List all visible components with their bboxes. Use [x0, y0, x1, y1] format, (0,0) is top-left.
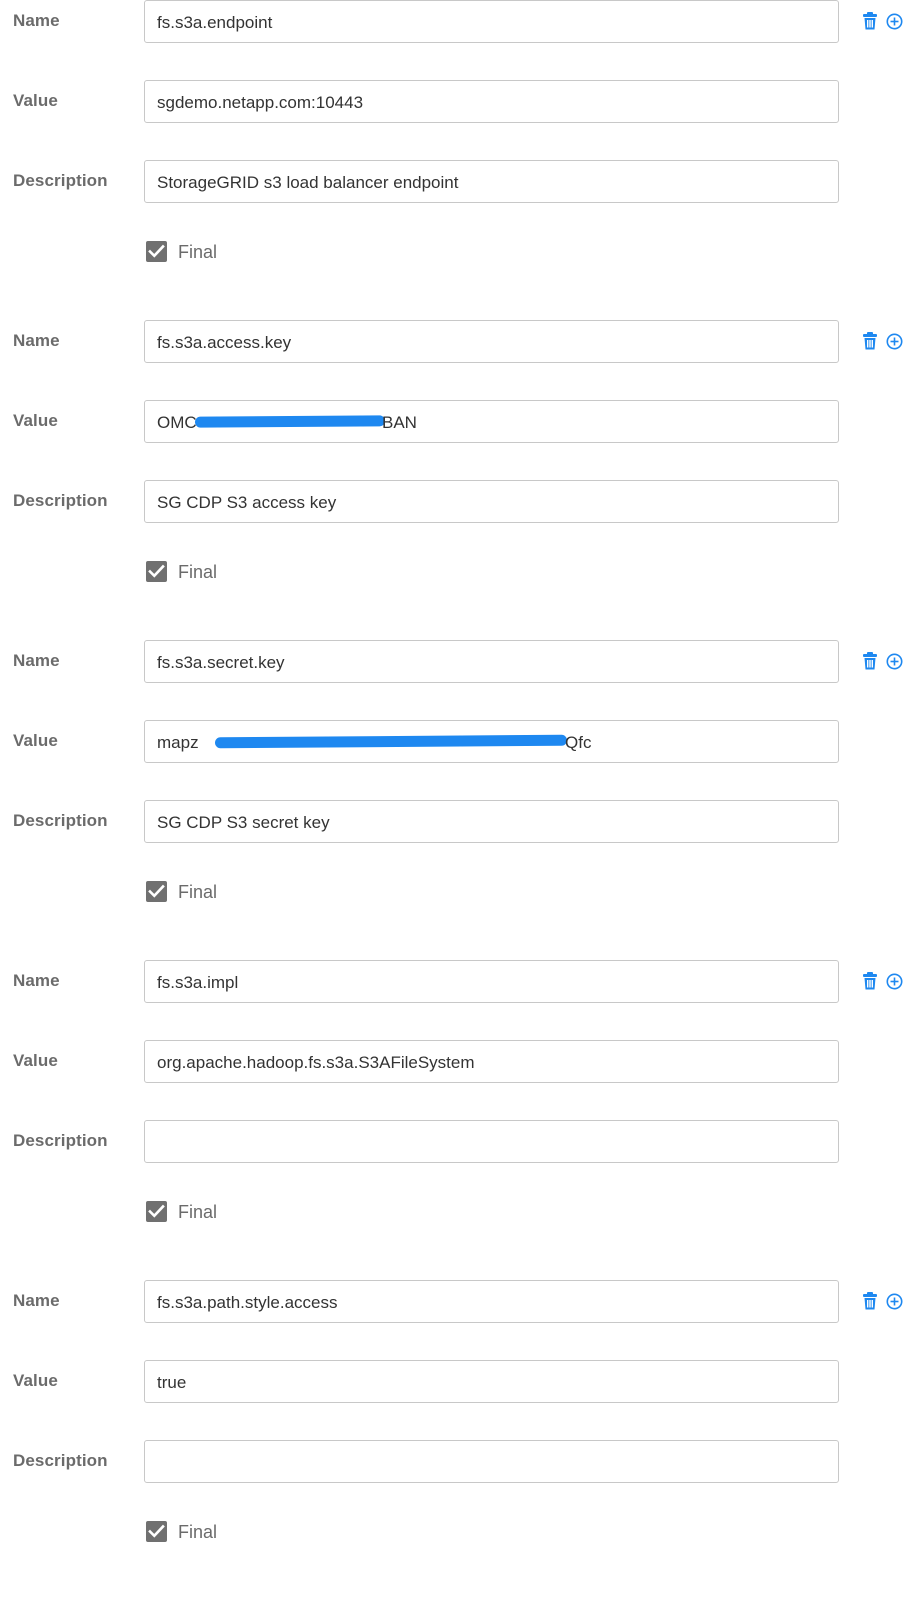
value-text: mapz: [157, 733, 199, 752]
value-label: Value: [13, 91, 58, 110]
checkmark-icon: [148, 1204, 165, 1218]
name-row: Name fs.s3a.path.style.access: [0, 1280, 905, 1326]
value-label: Value: [13, 411, 58, 430]
final-row: Final: [144, 241, 344, 265]
name-row: Name fs.s3a.secret.key: [0, 640, 905, 686]
property-actions: [862, 652, 905, 672]
value-row: Value true: [0, 1360, 905, 1406]
value-label: Value: [13, 731, 58, 750]
final-checkbox[interactable]: [146, 241, 167, 262]
property-actions: [862, 332, 905, 352]
redaction-mark: [214, 734, 568, 749]
name-input[interactable]: fs.s3a.secret.key: [144, 640, 839, 683]
value-input[interactable]: true: [144, 1360, 839, 1403]
description-input[interactable]: SG CDP S3 access key: [144, 480, 839, 523]
name-input[interactable]: fs.s3a.impl: [144, 960, 839, 1003]
description-input[interactable]: [144, 1440, 839, 1483]
value-input[interactable]: OMC BAN: [144, 400, 839, 443]
checkmark-icon: [148, 1524, 165, 1538]
property-actions: [862, 12, 905, 32]
description-label: Description: [13, 1451, 108, 1470]
final-checkbox[interactable]: [146, 1521, 167, 1542]
plus-circle-icon[interactable]: [886, 13, 903, 30]
final-label: Final: [178, 1202, 218, 1222]
description-row: Description: [0, 1440, 905, 1486]
name-row: Name fs.s3a.access.key: [0, 320, 905, 366]
final-checkbox[interactable]: [146, 561, 167, 582]
plus-circle-icon[interactable]: [886, 333, 903, 350]
property-block: Name fs.s3a.path.style.access Value true Des…: [0, 1280, 905, 1600]
description-row: Description StorageGRID s3 load balancer …: [0, 160, 905, 206]
name-row: Name fs.s3a.endpoint: [0, 0, 905, 46]
value-row: Value org.apache.hadoop.fs.s3a.S3AFileSys…: [0, 1040, 905, 1086]
name-input[interactable]: fs.s3a.path.style.access: [144, 1280, 839, 1323]
value-text-tail: Qfc: [565, 733, 592, 752]
trash-icon[interactable]: [862, 332, 878, 350]
value-text-tail: BAN: [382, 413, 417, 432]
description-label: Description: [13, 1131, 108, 1150]
plus-circle-icon[interactable]: [886, 653, 903, 670]
checkmark-icon: [148, 884, 165, 898]
final-checkbox[interactable]: [146, 881, 167, 902]
final-row: Final: [144, 561, 344, 585]
value-input[interactable]: mapz Qfc: [144, 720, 839, 763]
description-row: Description: [0, 1120, 905, 1166]
description-input[interactable]: SG CDP S3 secret key: [144, 800, 839, 843]
name-input[interactable]: fs.s3a.access.key: [144, 320, 839, 363]
final-checkbox[interactable]: [146, 1201, 167, 1222]
property-block: Name fs.s3a.secret.key Value mapz Qfc Descrip…: [0, 640, 905, 960]
checkmark-icon: [148, 564, 165, 578]
property-block: Name fs.s3a.impl Value org.apache.hadoop.fs…: [0, 960, 905, 1280]
final-label: Final: [178, 562, 218, 582]
final-label: Final: [178, 242, 218, 262]
property-block: Name fs.s3a.access.key Value OMC BAN Descript…: [0, 320, 905, 640]
value-row: Value sgdemo.netapp.com:10443: [0, 80, 905, 126]
property-actions: [862, 972, 905, 992]
description-label: Description: [13, 171, 108, 190]
property-actions: [862, 1292, 905, 1312]
value-row: Value mapz Qfc: [0, 720, 905, 766]
name-row: Name fs.s3a.impl: [0, 960, 905, 1006]
final-label: Final: [178, 1522, 218, 1542]
trash-icon[interactable]: [862, 1292, 878, 1310]
property-block: Name fs.s3a.endpoint Value sgdemo.netapp.co…: [0, 0, 905, 320]
final-label: Final: [178, 882, 218, 902]
name-label: Name: [13, 1291, 60, 1310]
name-label: Name: [13, 331, 60, 350]
final-row: Final: [144, 1201, 344, 1225]
redaction-mark: [194, 415, 386, 428]
description-row: Description SG CDP S3 access key: [0, 480, 905, 526]
description-input[interactable]: [144, 1120, 839, 1163]
name-input[interactable]: fs.s3a.endpoint: [144, 0, 839, 43]
value-input[interactable]: org.apache.hadoop.fs.s3a.S3AFileSystem: [144, 1040, 839, 1083]
value-label: Value: [13, 1051, 58, 1070]
name-label: Name: [13, 651, 60, 670]
value-label: Value: [13, 1371, 58, 1390]
final-row: Final: [144, 1521, 344, 1545]
value-input[interactable]: sgdemo.netapp.com:10443: [144, 80, 839, 123]
value-text: OMC: [157, 413, 197, 432]
plus-circle-icon[interactable]: [886, 973, 903, 990]
description-label: Description: [13, 491, 108, 510]
trash-icon[interactable]: [862, 652, 878, 670]
description-row: Description SG CDP S3 secret key: [0, 800, 905, 846]
trash-icon[interactable]: [862, 12, 878, 30]
value-row: Value OMC BAN: [0, 400, 905, 446]
final-row: Final: [144, 881, 344, 905]
description-label: Description: [13, 811, 108, 830]
name-label: Name: [13, 971, 60, 990]
trash-icon[interactable]: [862, 972, 878, 990]
name-label: Name: [13, 11, 60, 30]
plus-circle-icon[interactable]: [886, 1293, 903, 1310]
checkmark-icon: [148, 244, 165, 258]
description-input[interactable]: StorageGRID s3 load balancer endpoint: [144, 160, 839, 203]
